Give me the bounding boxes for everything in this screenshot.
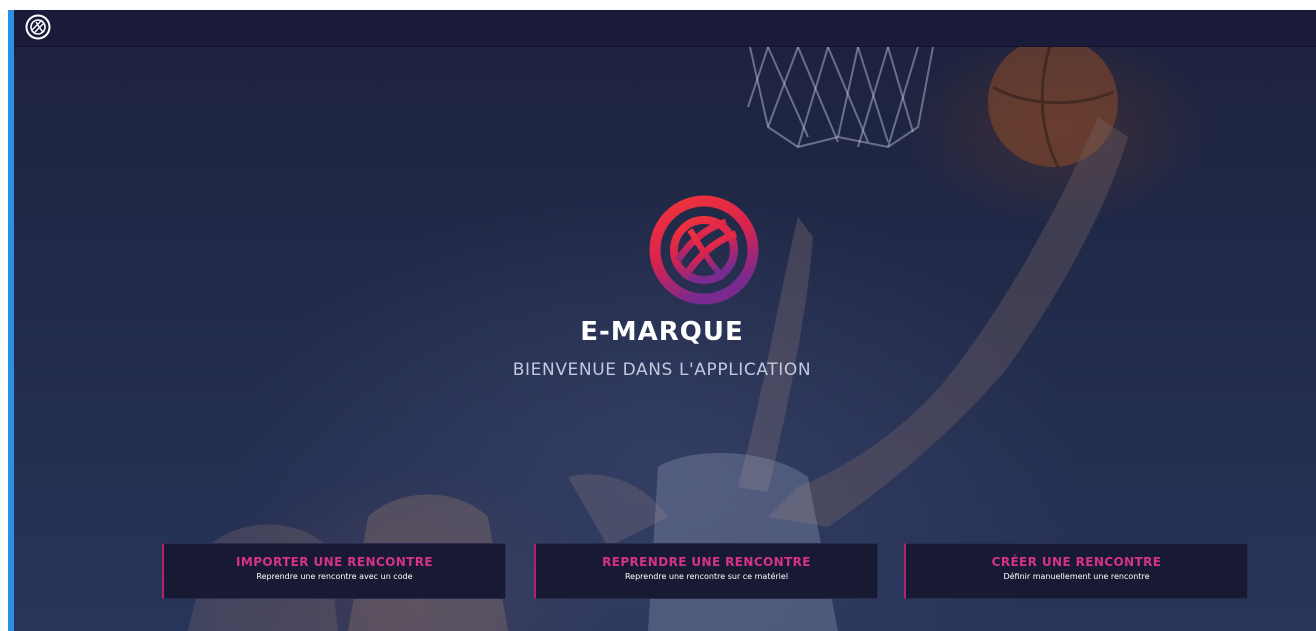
card-title: REPRENDRE UNE RENCONTRE	[602, 555, 811, 569]
welcome-subtitle: BIENVENUE DANS L'APPLICATION	[512, 360, 812, 380]
window-left-accent	[8, 10, 14, 631]
card-title: IMPORTER UNE RENCONTRE	[235, 555, 434, 569]
app-title: E-MARQUE	[580, 317, 744, 347]
top-bar	[8, 10, 1316, 47]
card-description: Reprendre une rencontre sur ce matériel	[624, 572, 789, 581]
basketball-logo-icon[interactable]	[25, 14, 51, 40]
resume-match-card[interactable]: REPRENDRE UNE RENCONTRE Reprendre une re…	[534, 543, 878, 599]
action-cards: IMPORTER UNE RENCONTRE Reprendre une ren…	[8, 543, 1316, 599]
basketball-brand-logo-icon	[649, 195, 759, 305]
import-match-card[interactable]: IMPORTER UNE RENCONTRE Reprendre une ren…	[162, 543, 506, 599]
app-window: E-MARQUE BIENVENUE DANS L'APPLICATION IM…	[8, 10, 1316, 631]
card-description: Reprendre une rencontre avec un code	[256, 572, 413, 581]
card-title: CRÉER UNE RENCONTRE	[991, 555, 1162, 569]
create-match-card[interactable]: CRÉER UNE RENCONTRE Définir manuellement…	[904, 543, 1248, 599]
card-description: Définir manuellement une rencontre	[1003, 572, 1150, 581]
hero-background: E-MARQUE BIENVENUE DANS L'APPLICATION IM…	[8, 47, 1316, 631]
